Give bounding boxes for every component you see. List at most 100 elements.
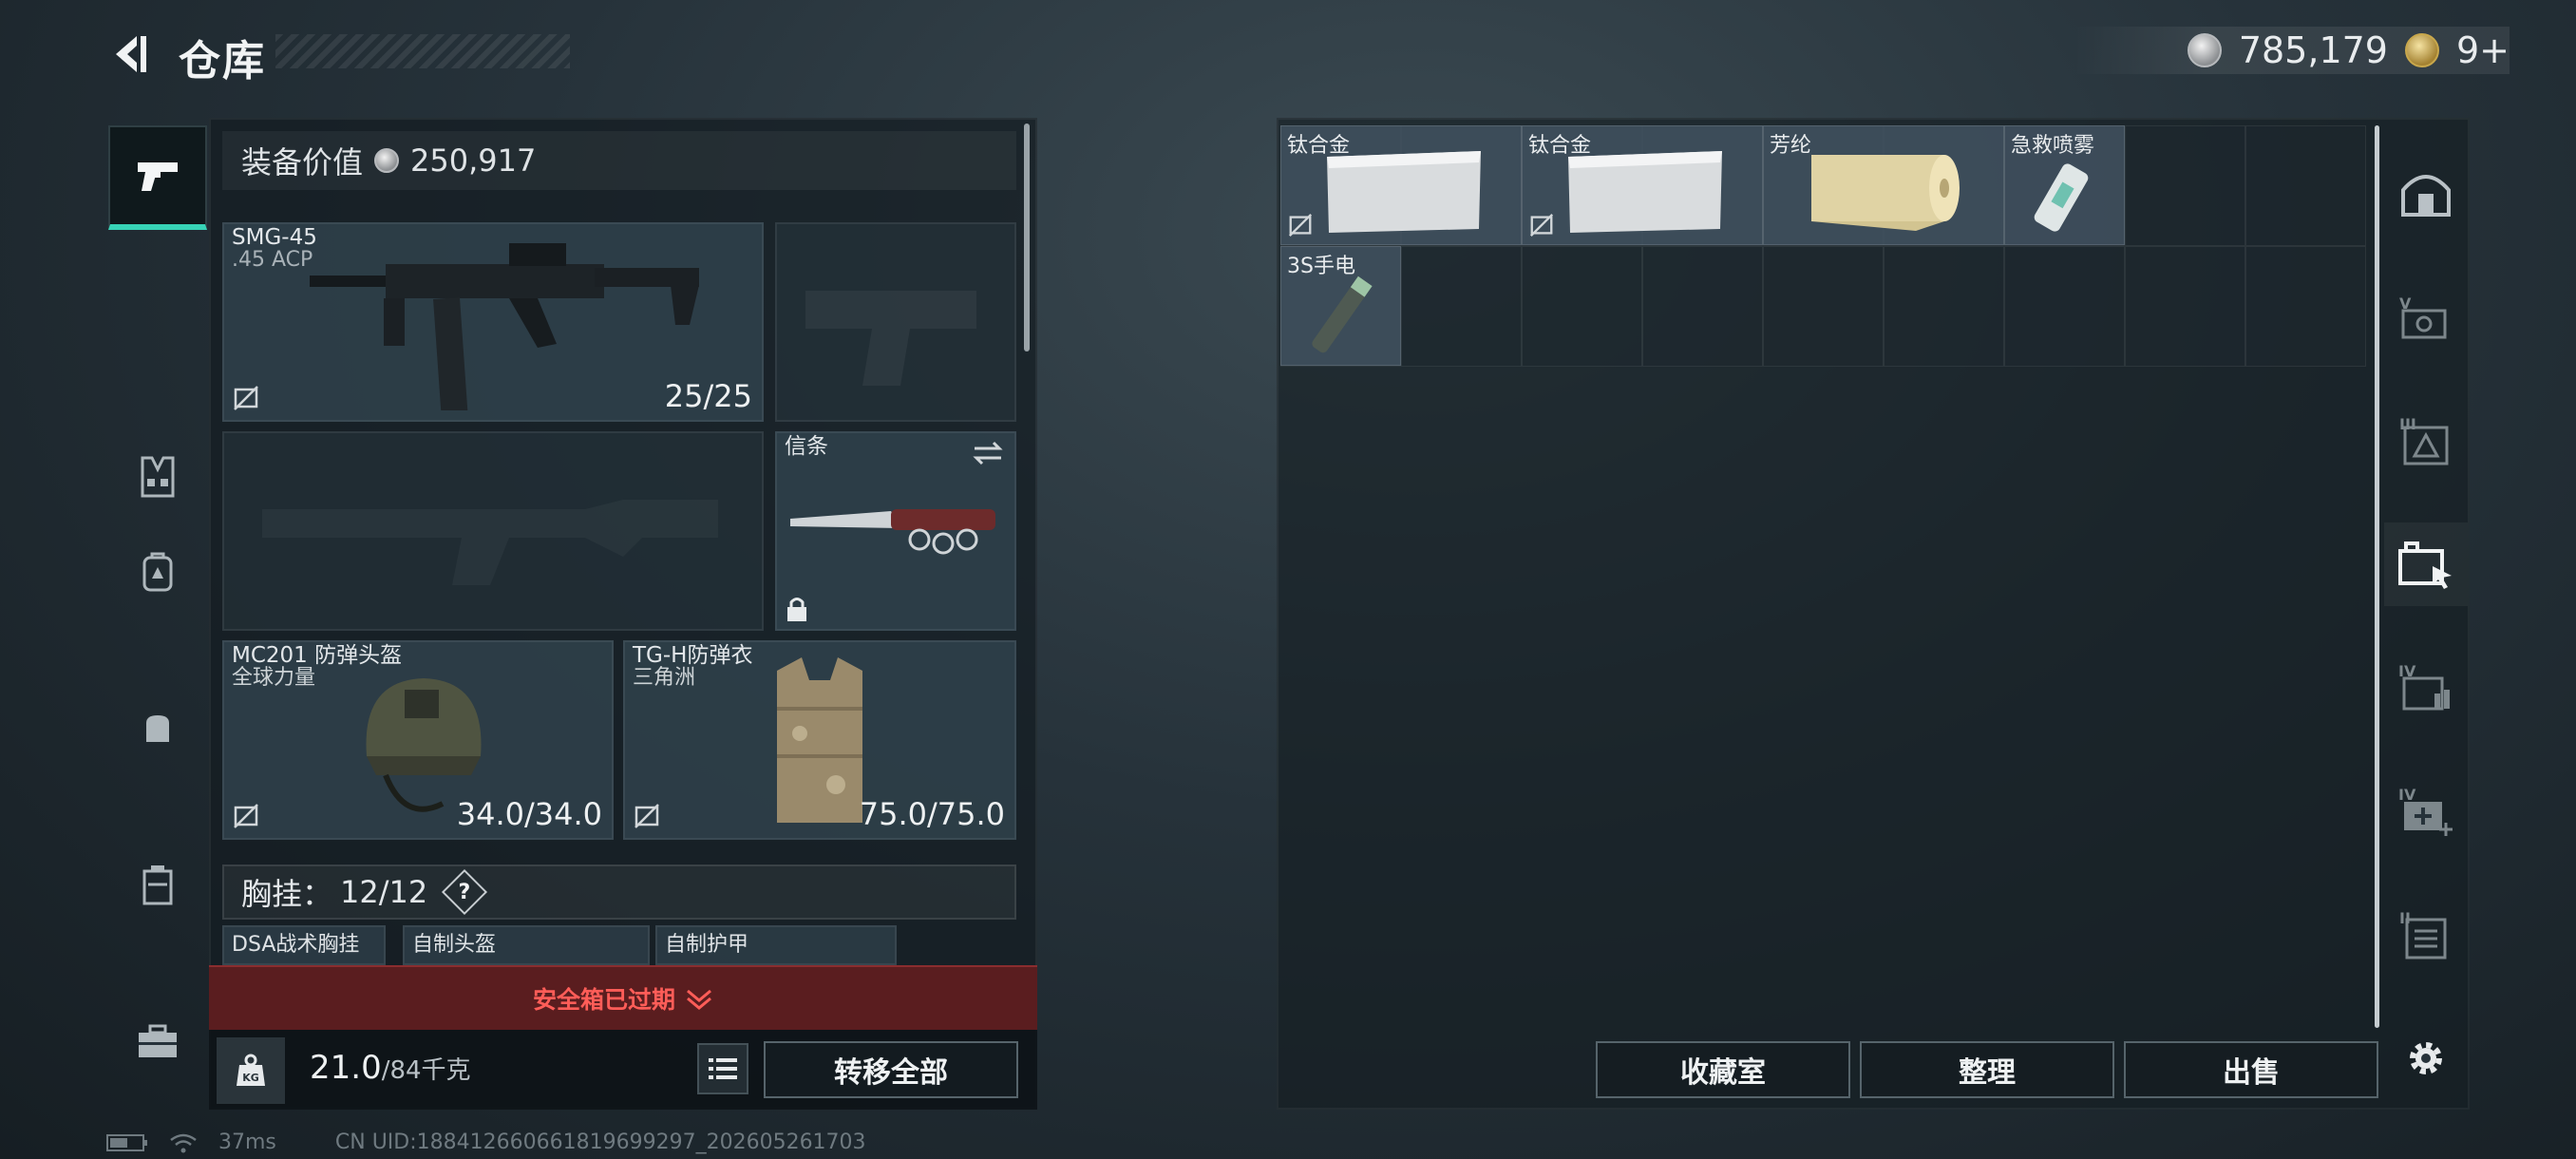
mini-slot-armor[interactable]: 自制护甲: [655, 925, 897, 965]
storage-item-titanium-1[interactable]: 钛合金: [1280, 125, 1522, 245]
fabric-roll-icon: [1811, 155, 1960, 231]
secondary-weapon-slot[interactable]: [222, 431, 764, 631]
melee-name: 信条: [785, 434, 828, 459]
svg-text:IV: IV: [2398, 786, 2416, 804]
tool-storage-active[interactable]: [2384, 522, 2468, 606]
grid-cell[interactable]: [2004, 246, 2125, 367]
coin-icon: [374, 148, 400, 173]
weight-current: 21.0: [310, 1049, 382, 1087]
storage-item-flashlight[interactable]: 3S手电: [1280, 246, 1401, 366]
lock-icon: [787, 598, 806, 621]
storage-v-icon: V: [2399, 294, 2447, 339]
grid-cell[interactable]: [2245, 125, 2366, 246]
helmet-brand: 全球力量: [232, 666, 316, 690]
chest-rig-count: 12/12: [340, 874, 428, 910]
page-title: 仓库: [179, 37, 266, 86]
rail-item-weapons[interactable]: [108, 125, 207, 230]
titanium-plate-icon: [1568, 151, 1722, 233]
svg-text:III: III: [2399, 415, 2416, 433]
weight-icon: KG: [237, 1054, 265, 1086]
mini-slot-chest-rig[interactable]: DSA战术胸挂: [222, 925, 386, 965]
armor-brand: 三角洲: [633, 666, 696, 690]
sell-button[interactable]: 出售: [2124, 1041, 2378, 1098]
token-amount: 9+: [2455, 29, 2510, 71]
rail-item-backpack[interactable]: [108, 520, 207, 624]
currency-display: 785,179 9+: [2073, 27, 2510, 74]
armor-slot[interactable]: TG-H防弹衣 三角洲 75.0/75.0: [623, 640, 1016, 840]
equipment-value-amount: 250,917: [410, 142, 537, 179]
battery-icon: [106, 1133, 147, 1151]
armor-vest-icon: [777, 657, 862, 823]
safe-box-banner[interactable]: 安全箱已过期: [209, 965, 1037, 1030]
tool-storage-v[interactable]: V: [2384, 276, 2468, 359]
grid-cell[interactable]: [2125, 246, 2245, 367]
rail-item-case[interactable]: [108, 833, 207, 938]
no-insure-icon: [635, 804, 659, 828]
ping-text: 37ms: [218, 1130, 276, 1154]
coin-amount: 785,179: [2238, 29, 2388, 71]
svg-text:KG: KG: [242, 1072, 259, 1084]
grid-cell[interactable]: [1642, 246, 1763, 367]
list-view-button[interactable]: [697, 1043, 748, 1094]
storage-item-titanium-2[interactable]: 钛合金: [1522, 125, 1763, 245]
storage-item-aramid[interactable]: 芳纶: [1763, 125, 2004, 245]
weapon-ammo-count: 25/25: [664, 378, 752, 414]
mini-slot-helmet[interactable]: 自制头盔: [403, 925, 650, 965]
pouch-icon: [146, 715, 169, 742]
weight-button[interactable]: KG: [217, 1037, 285, 1104]
tool-storage-iv-add[interactable]: IV: [2384, 770, 2468, 853]
grid-cell[interactable]: [1522, 246, 1642, 367]
uid-text: CN UID:188412660661819699297_20260526170…: [334, 1130, 866, 1154]
weight-max: /84千克: [381, 1056, 471, 1085]
backpack-icon: [142, 552, 173, 592]
tool-storage-iv[interactable]: IV: [2384, 646, 2468, 730]
equipment-scrollbar[interactable]: [1024, 124, 1030, 352]
chest-rig-label: 胸挂：: [241, 876, 333, 912]
rail-item-pouch[interactable]: [108, 676, 207, 781]
armor-durability: 75.0/75.0: [859, 796, 1005, 832]
case-icon: [142, 865, 173, 905]
grid-cell[interactable]: [2125, 125, 2245, 246]
tool-storage-iii[interactable]: III: [2384, 399, 2468, 483]
rail-item-toolbox[interactable]: [108, 990, 207, 1094]
list-icon: [709, 1058, 737, 1079]
tool-home[interactable]: [2384, 152, 2468, 236]
wifi-icon: [170, 1133, 197, 1152]
swap-icon: [973, 441, 1003, 466]
status-bar: 37ms CN UID:188412660661819699297_202605…: [106, 1130, 866, 1154]
no-insure-icon: [234, 804, 258, 828]
grid-cell[interactable]: [1763, 246, 1884, 367]
token-icon: [2404, 33, 2439, 67]
tool-storage-ii[interactable]: II: [2384, 893, 2468, 977]
grid-cell[interactable]: [1884, 246, 2004, 367]
storage-transfer-icon: [2398, 542, 2452, 589]
collection-room-button[interactable]: 收藏室: [1596, 1041, 1850, 1098]
storage-item-first-aid-spray[interactable]: 急救喷雾: [2004, 125, 2125, 245]
grid-cell[interactable]: [2245, 246, 2366, 367]
tool-settings[interactable]: [2384, 1016, 2468, 1100]
sidearm-slot[interactable]: [775, 222, 1016, 422]
chest-rig-row[interactable]: 胸挂： 12/12 ?: [222, 864, 1016, 920]
rifle-silhouette-icon: [262, 500, 718, 585]
gear-icon: [2410, 1042, 2442, 1074]
organize-button[interactable]: 整理: [1860, 1041, 2114, 1098]
helmet-durability: 34.0/34.0: [456, 796, 602, 832]
chevron-down-icon: [687, 989, 711, 1010]
primary-weapon-slot[interactable]: SMG-45 .45 ACP 25/25: [222, 222, 764, 422]
storage-scrollbar[interactable]: [2375, 125, 2379, 1028]
helmet-slot[interactable]: MC201 防弹头盔 全球力量 34.0/34.0: [222, 640, 614, 840]
melee-slot[interactable]: 信条: [775, 431, 1016, 631]
spray-can-icon: [2034, 163, 2089, 232]
storage-ii-icon: II: [2399, 909, 2447, 960]
equipment-value-row: 装备价值 250,917: [222, 131, 1016, 190]
help-button[interactable]: ?: [442, 868, 488, 916]
transfer-all-button[interactable]: 转移全部: [764, 1041, 1018, 1098]
back-button[interactable]: [104, 28, 156, 80]
storage-iii-icon: III: [2399, 415, 2449, 466]
pistol-silhouette-icon: [805, 291, 976, 386]
grid-cell[interactable]: [1401, 246, 1522, 367]
rail-item-chest-rig[interactable]: [108, 425, 207, 529]
weight-readout: 21.0/84千克: [310, 1049, 471, 1087]
knife-icon: [790, 509, 995, 555]
toolbox-icon: [139, 1024, 177, 1057]
